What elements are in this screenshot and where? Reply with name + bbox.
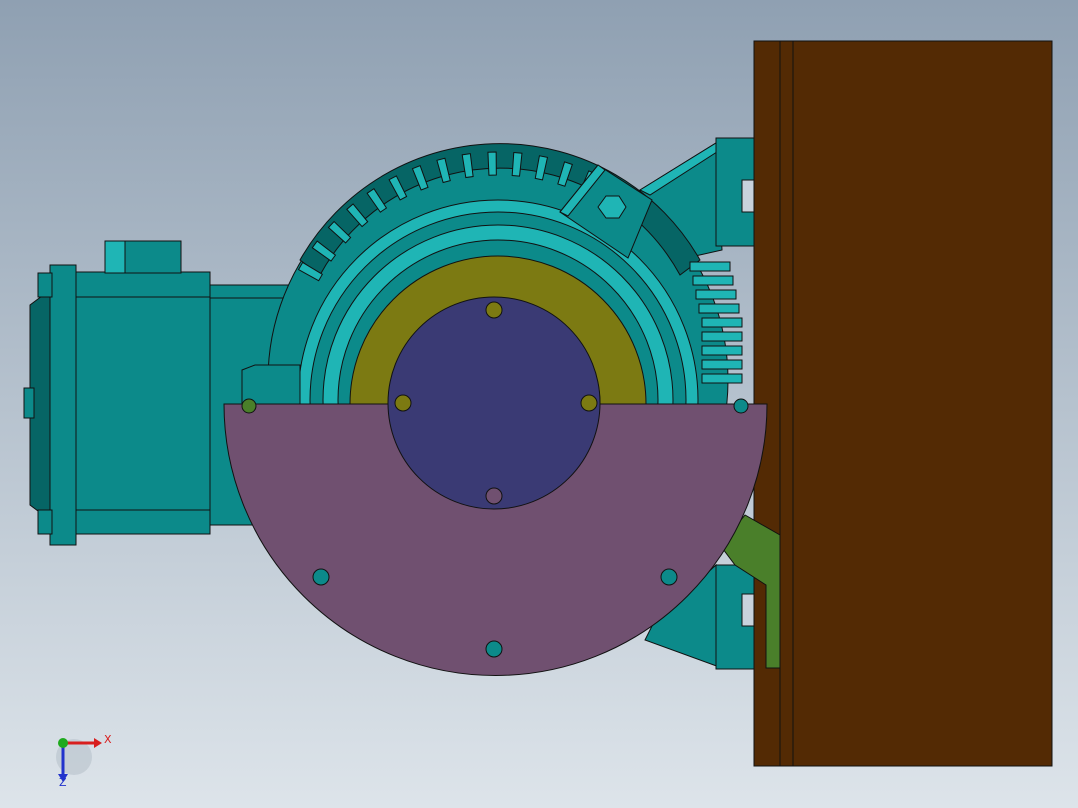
z-axis-label: Z	[59, 776, 67, 789]
side-cooling-fin	[689, 261, 731, 272]
shaft-flange[interactable]	[387, 296, 601, 510]
side-cooling-fin	[701, 331, 743, 342]
side-cooling-fin	[695, 289, 737, 300]
cad-viewport[interactable]: X Z	[0, 0, 1078, 808]
side-cooling-fin	[698, 303, 740, 314]
side-cooling-fin	[701, 317, 743, 328]
side-cooling-fin	[701, 373, 743, 384]
mounting-panel[interactable]	[753, 40, 1053, 767]
y-axis-dot-icon	[58, 738, 68, 748]
side-cooling-fin	[692, 275, 734, 286]
side-cooling-fin	[701, 359, 743, 370]
cooling-fin	[487, 151, 497, 176]
x-axis-label: X	[104, 733, 112, 746]
model-scene[interactable]	[0, 0, 1078, 808]
side-cooling-fin	[701, 345, 743, 356]
